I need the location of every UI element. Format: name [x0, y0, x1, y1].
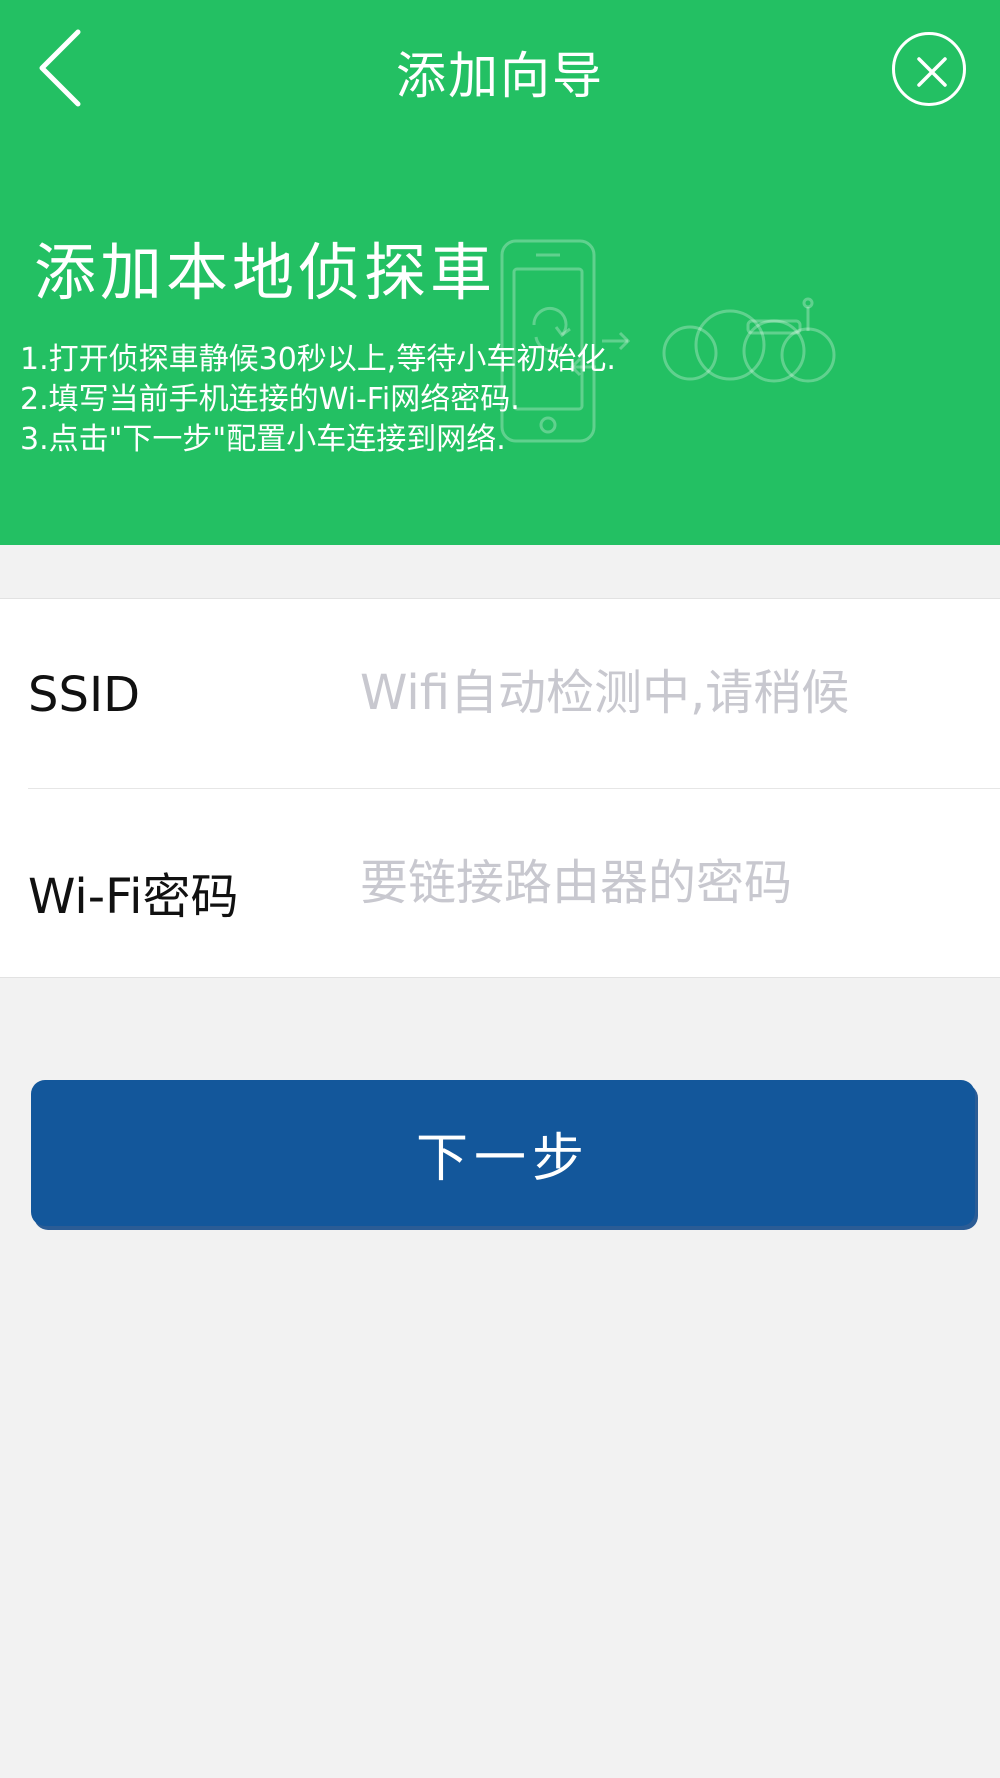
ssid-row: SSID: [0, 599, 1000, 789]
password-label: Wi-Fi密码: [28, 869, 239, 925]
instruction-step: 2.填写当前手机连接的Wi-Fi网络密码.: [20, 382, 520, 417]
nav-title: 添加向导: [396, 47, 604, 105]
close-button[interactable]: [892, 32, 966, 106]
password-input[interactable]: [360, 843, 980, 923]
hero-title: 添加本地侦探車: [34, 236, 497, 309]
wifi-form: SSID Wi-Fi密码: [0, 598, 1000, 978]
password-row: Wi-Fi密码: [0, 789, 1000, 979]
instruction-step: 3.点击"下一步"配置小车连接到网络.: [20, 422, 506, 457]
instruction-step: 1.打开侦探車静候30秒以上,等待小车初始化.: [20, 342, 616, 377]
next-button[interactable]: 下一步: [31, 1080, 975, 1226]
instructions-list: 1.打开侦探車静候30秒以上,等待小车初始化. 2.填写当前手机连接的Wi-Fi…: [20, 340, 616, 460]
ssid-input[interactable]: [360, 653, 980, 733]
ssid-label: SSID: [28, 667, 141, 723]
close-icon: [917, 57, 947, 87]
header-banner: 添加向导 添加本地侦探車 1.打开侦探車静候30秒以上,等待小车初始化. 2.填…: [0, 0, 1000, 545]
